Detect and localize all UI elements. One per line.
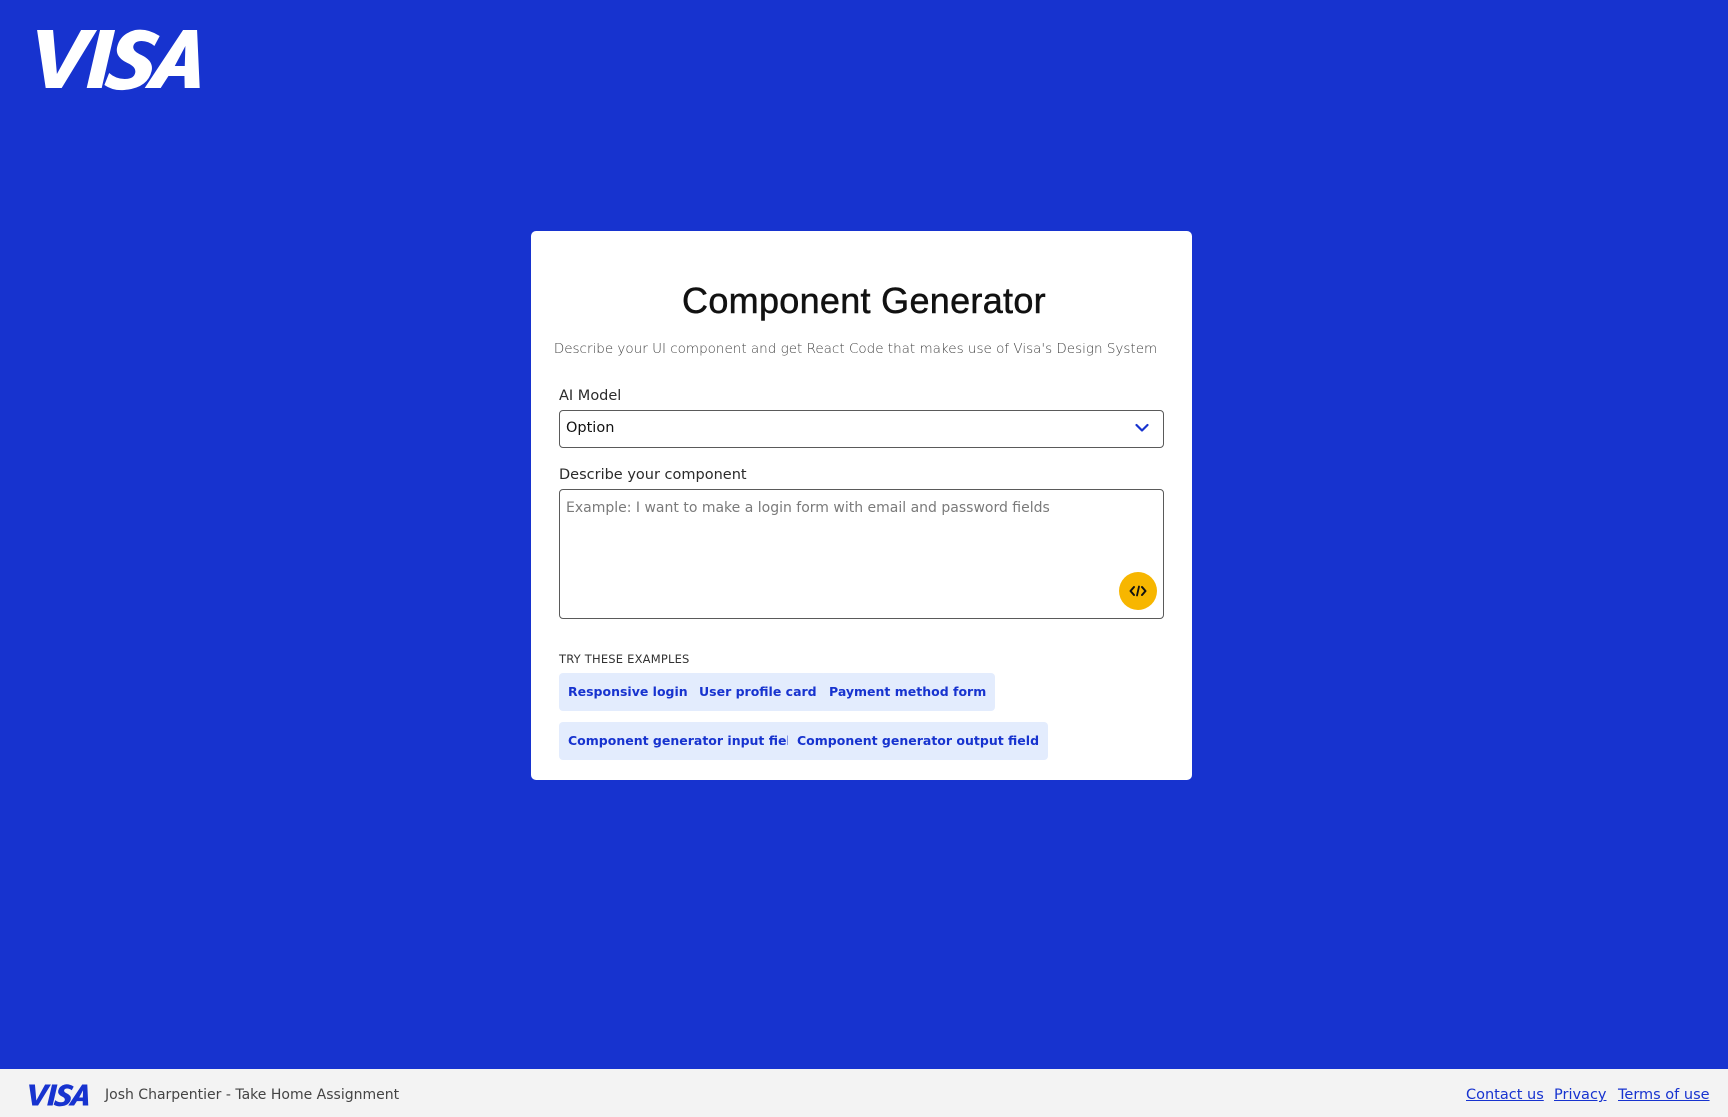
code-icon xyxy=(1129,585,1147,597)
ai-model-label: AI Model xyxy=(559,388,622,404)
page-subtitle: Describe your UI component and get React… xyxy=(553,341,1158,357)
footer-link-contact-us[interactable]: Contact us xyxy=(1466,1087,1544,1103)
description-placeholder: Example: I want to make a login form wit… xyxy=(566,500,1050,516)
visa-logo xyxy=(37,29,200,91)
footer-link-terms-of-use[interactable]: Terms of use xyxy=(1618,1087,1710,1103)
example-chip-user-profile-card[interactable]: User profile card xyxy=(690,673,826,711)
example-chip-component-generator-output-field[interactable]: Component generator output field xyxy=(788,722,1049,760)
example-chip-payment-method-form[interactable]: Payment method form xyxy=(820,673,996,711)
footer-link-privacy[interactable]: Privacy xyxy=(1554,1087,1607,1103)
examples-label: TRY THESE EXAMPLES xyxy=(559,652,690,666)
example-chip-component-generator-input-field[interactable]: Component generator input field xyxy=(559,722,809,760)
description-textarea[interactable]: Example: I want to make a login form wit… xyxy=(559,489,1164,619)
ai-model-value: Option xyxy=(566,420,615,436)
generate-button[interactable] xyxy=(1119,572,1157,610)
chevron-down-icon xyxy=(1135,423,1149,432)
description-label: Describe your component xyxy=(559,467,747,483)
footer-text: Josh Charpentier - Take Home Assignment xyxy=(105,1087,400,1103)
footer: Josh Charpentier - Take Home Assignment … xyxy=(0,1069,1728,1117)
page-title: Component Generator xyxy=(682,280,1046,322)
visa-footer-logo xyxy=(29,1084,89,1107)
ai-model-select[interactable]: Option xyxy=(559,410,1164,448)
example-chip-responsive-login[interactable]: Responsive login xyxy=(559,673,697,711)
